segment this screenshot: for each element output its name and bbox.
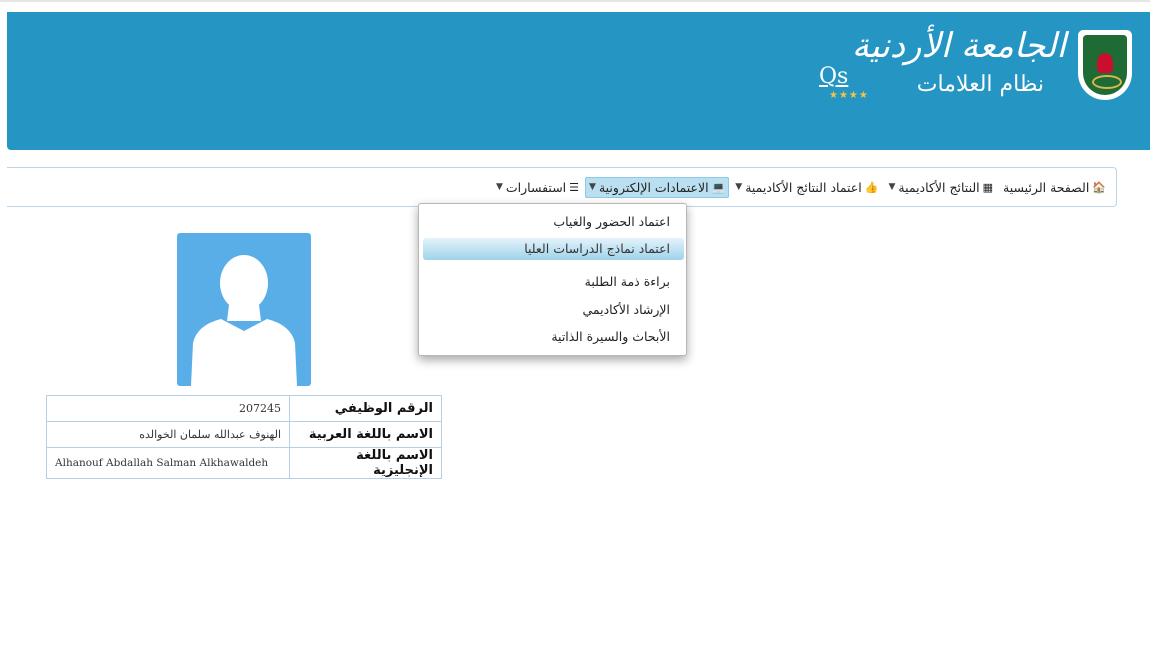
qs-stars: ★★★★ (829, 90, 869, 101)
laptop-icon: 💻 (711, 180, 726, 194)
avatar (177, 233, 311, 386)
dropdown-item-graduate-forms[interactable]: اعتماد نماذج الدراسات العليا (423, 238, 684, 260)
english-name-label: الاسم باللغة الإنجليزية (289, 447, 442, 479)
nav-academic-results[interactable]: ▦ النتائج الأكاديمية ▼ (884, 177, 997, 198)
nav-approve-results[interactable]: 👍 اعتماد النتائج الأكاديمية ▼ (731, 177, 882, 198)
system-name: نظام العلامات (916, 72, 1044, 97)
nav-home-label: الصفحة الرئيسية (1003, 179, 1090, 195)
employee-id-value: 207245 (46, 395, 290, 422)
home-icon: 🏠 (1092, 180, 1106, 194)
table-row: الرقم الوظيفي 207245 (46, 395, 442, 422)
chevron-down-icon: ▼ (888, 182, 896, 192)
arabic-name-label: الاسم باللغة العربية (289, 421, 442, 448)
university-logo[interactable]: الجامعة الأردنية نظام العلامات (852, 26, 1132, 116)
english-name-value: Alhanouf Abdallah Salman Alkhawaldeh (46, 447, 290, 479)
nav-approve-results-label: اعتماد النتائج الأكاديمية (745, 179, 862, 195)
employee-id-label: الرقم الوظيفي (289, 395, 442, 422)
nav-academic-results-label: النتائج الأكاديمية (898, 179, 980, 195)
arabic-name-value: الهنوف عبدالله سلمان الخوالده (46, 421, 290, 448)
nav-inquiries-label: استفسارات (505, 179, 567, 195)
nav-home[interactable]: 🏠 الصفحة الرئيسية (999, 177, 1110, 198)
header-banner: الجامعة الأردنية نظام العلامات Qs ★★★★ (7, 12, 1150, 150)
table-row: الاسم باللغة العربية الهنوف عبدالله سلما… (46, 421, 442, 448)
thumbs-up-icon: 👍 (864, 180, 879, 194)
nav-electronic-approvals-label: الاعتمادات الإلكترونية (598, 179, 709, 195)
user-silhouette-icon (191, 255, 297, 386)
qs-logo: Qs ★★★★ (819, 64, 879, 114)
dropdown-item-academic-advising[interactable]: الإرشاد الأكاديمي (582, 302, 670, 317)
dropdown-item-attendance[interactable]: اعتماد الحضور والغياب (553, 214, 670, 229)
chevron-down-icon: ▼ (735, 182, 743, 192)
main-navbar: 🏠 الصفحة الرئيسية ▦ النتائج الأكاديمية ▼… (7, 167, 1117, 207)
top-border (0, 0, 1150, 2)
chevron-down-icon: ▼ (495, 182, 503, 192)
qs-logo-text: Qs (819, 64, 849, 89)
nav-inquiries[interactable]: ☰ استفسارات ▼ (492, 177, 583, 198)
nav-electronic-approvals[interactable]: 💻 الاعتمادات الإلكترونية ▼ (585, 176, 730, 198)
university-crest-icon (1078, 30, 1132, 100)
employee-info-table: الرقم الوظيفي 207245 الاسم باللغة العربي… (46, 395, 442, 479)
chevron-down-icon: ▼ (589, 182, 596, 192)
electronic-approvals-dropdown: اعتماد الحضور والغياب اعتماد نماذج الدرا… (418, 203, 687, 356)
dropdown-item-research-cv[interactable]: الأبحاث والسيرة الذاتية (551, 329, 670, 344)
list-icon: ☰ (569, 180, 580, 194)
table-row: الاسم باللغة الإنجليزية Alhanouf Abdalla… (46, 447, 442, 479)
dropdown-item-student-clearance[interactable]: براءة ذمة الطلبة (585, 274, 670, 289)
university-name: الجامعة الأردنية (851, 26, 1066, 66)
table-icon: ▦ (982, 180, 994, 194)
